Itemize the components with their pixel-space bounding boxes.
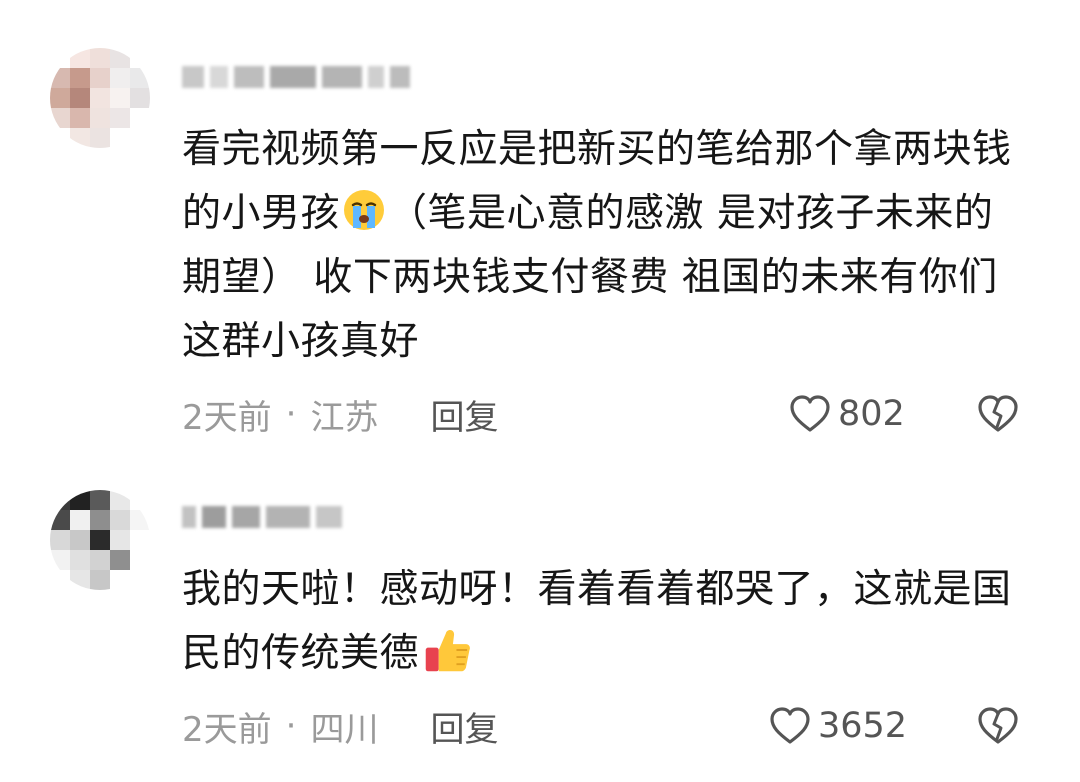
like-count: 802 — [838, 394, 905, 434]
comment-time: 2天前 — [182, 397, 272, 438]
like-button[interactable]: 3652 — [768, 704, 907, 748]
comment-item: 我的天啦！感动呀！看着看着都哭了，这就是国民的传统美德 2天前 · 四川 回复 … — [0, 460, 1080, 782]
like-count: 3652 — [818, 706, 908, 746]
comment-location: 四川 — [310, 709, 379, 750]
thumbs-up-emoji-icon — [425, 630, 470, 672]
crying-face-emoji-icon — [344, 190, 385, 230]
avatar[interactable] — [50, 490, 150, 590]
comment-meta: 2天前 · 江苏 回复 — [182, 390, 498, 439]
avatar[interactable] — [50, 48, 150, 148]
reply-button[interactable]: 回复 — [430, 702, 498, 751]
broken-heart-icon[interactable] — [976, 706, 1020, 746]
username-blurred[interactable] — [182, 62, 410, 92]
comment-location: 江苏 — [310, 397, 379, 438]
comment-item: 看完视频第一反应是把新买的笔给那个拿两块钱的小男孩 （笔是心意的感激 是对孩子未… — [0, 0, 1080, 460]
comment-meta: 2天前 · 四川 回复 — [182, 702, 498, 751]
broken-heart-icon[interactable] — [976, 394, 1020, 434]
comment-text: 看完视频第一反应是把新买的笔给那个拿两块钱的小男孩 （笔是心意的感激 是对孩子未… — [182, 118, 1032, 374]
meta-separator: · — [285, 394, 297, 434]
comment-time: 2天前 — [182, 709, 272, 750]
comment-text: 我的天啦！感动呀！看着看着都哭了，这就是国民的传统美德 — [182, 558, 1032, 686]
meta-separator: · — [285, 706, 297, 746]
heart-icon — [790, 395, 830, 432]
like-button[interactable]: 802 — [788, 392, 905, 436]
heart-icon — [770, 707, 810, 744]
username-blurred[interactable] — [182, 502, 342, 532]
comment-text-part: 我的天啦！感动呀！看着看着都哭了，这就是国民的传统美德 — [182, 567, 1012, 676]
reply-button[interactable]: 回复 — [430, 390, 498, 439]
